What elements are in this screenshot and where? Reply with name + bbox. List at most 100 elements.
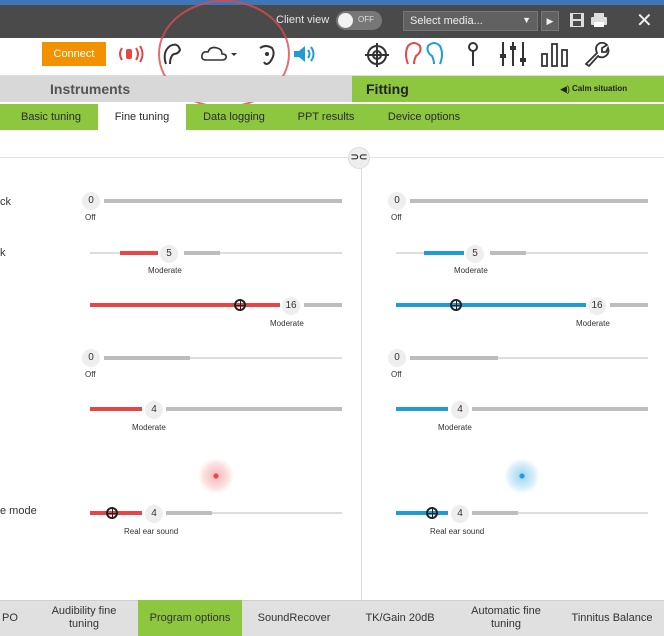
speaker-icon[interactable]: [292, 44, 318, 64]
slider-track-tail: [220, 252, 342, 254]
slider-value: 16: [588, 297, 606, 315]
tab-instruments[interactable]: Instruments: [0, 76, 352, 102]
slider-track[interactable]: [104, 356, 190, 360]
subtab-fine-tuning[interactable]: Fine tuning: [98, 104, 186, 130]
select-media-dropdown[interactable]: Select media... ▼: [403, 11, 538, 31]
slider-sub-label: Moderate: [438, 423, 472, 432]
slider-sub-label: Off: [391, 370, 402, 379]
slider-sub-label: Off: [85, 370, 96, 379]
title-bar-stripe: [0, 0, 664, 5]
microphone-icon[interactable]: [464, 40, 482, 68]
target-indicator-left: [198, 458, 234, 494]
slider-track-lead: [90, 252, 120, 254]
slider-crosshair-handle[interactable]: [106, 507, 118, 519]
slider-value: 0: [388, 192, 406, 210]
slider-sub-label: Real ear sound: [124, 527, 179, 536]
toggle-state-label: OFF: [358, 15, 374, 24]
slider-value: 4: [145, 401, 163, 419]
slider-sub-label: Moderate: [454, 266, 488, 275]
slider-track[interactable]: [166, 407, 342, 411]
slider-track[interactable]: [410, 199, 648, 203]
slider-fill: [90, 303, 280, 307]
slider-fill: [396, 511, 448, 515]
slider-track[interactable]: [472, 511, 518, 515]
bottom-tab-program-options[interactable]: Program options: [138, 600, 242, 636]
slider-value: 0: [82, 192, 100, 210]
slider-track-tail: [190, 357, 342, 359]
subtab-ppt-results[interactable]: PPT results: [282, 104, 370, 130]
slider-track[interactable]: [490, 251, 526, 255]
slider-crosshair-handle[interactable]: [426, 507, 438, 519]
hearing-aid-signal-icon[interactable]: [116, 44, 146, 64]
equalizer-sliders-icon[interactable]: [498, 40, 528, 68]
slider-track[interactable]: [410, 356, 498, 360]
calm-situation-label[interactable]: Calm situation: [572, 84, 627, 93]
slider-track-tail: [212, 512, 342, 514]
crosshair-target-icon[interactable]: [364, 42, 390, 68]
divider: [0, 157, 664, 158]
slider-fill: [424, 251, 464, 255]
chevron-down-icon: ▼: [522, 15, 531, 25]
close-button[interactable]: ✕: [636, 8, 653, 33]
slider-crosshair-handle[interactable]: [450, 299, 462, 311]
subtab-basic-tuning[interactable]: Basic tuning: [6, 104, 96, 130]
slider-sub-label: Off: [85, 213, 96, 222]
slider-sub-label: Moderate: [576, 319, 610, 328]
slider-track[interactable]: [184, 251, 220, 255]
slider-sub-label: Moderate: [270, 319, 304, 328]
select-media-value: Select media...: [410, 15, 483, 27]
slider-value: 0: [82, 349, 100, 367]
row-label-6: e mode: [0, 505, 37, 517]
slider-fill: [396, 407, 448, 411]
slider-track[interactable]: [166, 511, 212, 515]
bottom-tab-soundrecover[interactable]: SoundRecover: [246, 600, 342, 636]
row-label-2: k: [0, 247, 6, 259]
wrench-icon[interactable]: [582, 40, 610, 68]
slider-track[interactable]: [104, 199, 342, 203]
slider-sub-label: Real ear sound: [430, 527, 485, 536]
slider-value: 4: [145, 505, 163, 523]
bottom-tab-tk-gain[interactable]: TK/Gain 20dB: [350, 600, 450, 636]
row-label-1: ck: [0, 196, 11, 208]
save-icon[interactable]: [568, 11, 586, 29]
speaker-small-icon: ◀): [560, 84, 570, 94]
client-view-label: Client view: [276, 14, 330, 26]
target-indicator-right: [504, 458, 540, 494]
slider-sub-label: Moderate: [132, 423, 166, 432]
toggle-knob: [338, 13, 353, 28]
client-view-toggle[interactable]: OFF: [336, 11, 382, 30]
slider-fill: [396, 303, 586, 307]
slider-sub-label: Moderate: [148, 266, 182, 275]
print-icon[interactable]: [590, 11, 608, 29]
slider-value: 0: [388, 349, 406, 367]
subtab-data-logging[interactable]: Data logging: [188, 104, 280, 130]
connect-button[interactable]: Connect: [42, 42, 106, 66]
slider-track-lead: [396, 252, 424, 254]
subtab-device-options[interactable]: Device options: [372, 104, 476, 130]
slider-crosshair-handle[interactable]: [234, 299, 246, 311]
play-button[interactable]: ▶: [541, 11, 559, 31]
slider-fill: [90, 407, 142, 411]
bar-levels-icon[interactable]: [540, 40, 570, 68]
bottom-tab-tinnitus-balance[interactable]: Tinnitus Balance: [560, 600, 664, 636]
slider-track[interactable]: [610, 303, 648, 307]
bottom-tab-automatic-fine-tuning[interactable]: Automatic fine tuning: [456, 600, 556, 636]
slider-track[interactable]: [304, 303, 342, 307]
slider-track-tail: [526, 252, 648, 254]
center-divider: [361, 148, 362, 600]
bottom-tab-po[interactable]: PO: [0, 600, 20, 636]
slider-fill: [120, 251, 158, 255]
link-sides-button[interactable]: ⊃⊂: [348, 147, 370, 169]
slider-track-tail: [518, 512, 648, 514]
slider-value: 5: [160, 245, 178, 263]
bottom-tab-audibility[interactable]: Audibility fine tuning: [36, 600, 132, 636]
slider-track-tail: [498, 357, 648, 359]
slider-sub-label: Off: [391, 213, 402, 222]
slider-value: 4: [451, 401, 469, 419]
slider-value: 5: [466, 245, 484, 263]
slider-value: 4: [451, 505, 469, 523]
slider-track[interactable]: [472, 407, 648, 411]
title-bar: [0, 0, 664, 38]
slider-value: 16: [282, 297, 300, 315]
ears-icon[interactable]: [402, 40, 446, 68]
